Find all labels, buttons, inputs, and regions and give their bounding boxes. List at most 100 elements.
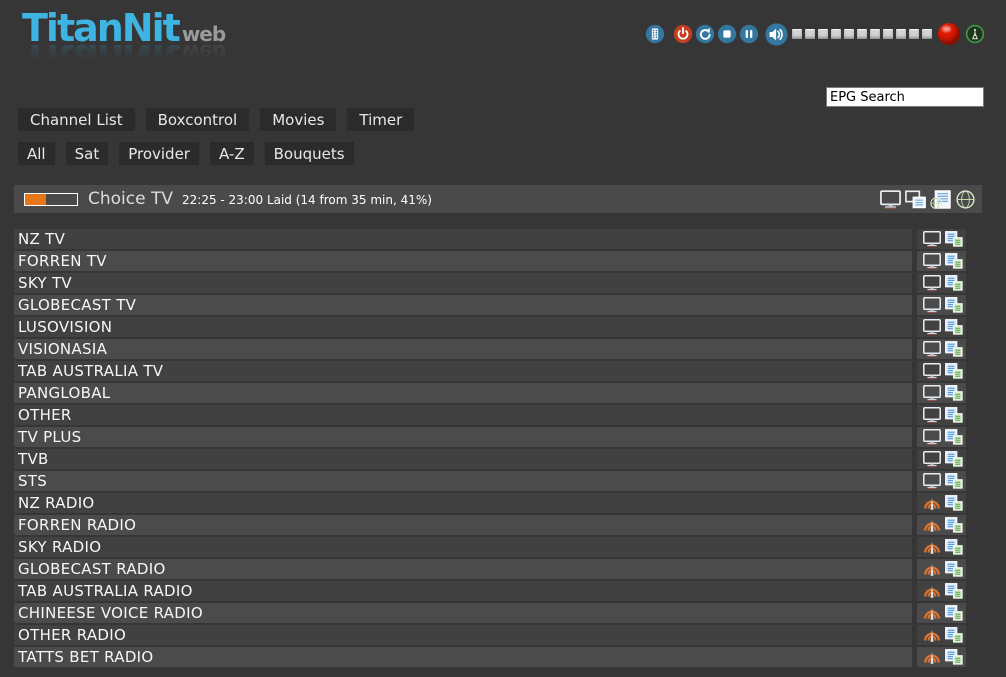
pip-stream-button[interactable] (905, 190, 926, 209)
channel-actions (917, 493, 966, 513)
epg-list-button[interactable] (945, 495, 963, 511)
channel-name[interactable]: TAB AUSTRALIA TV (14, 361, 912, 381)
channel-name[interactable]: NZ TV (14, 229, 912, 249)
zap-tv-button[interactable] (923, 275, 941, 291)
tv-icon (923, 297, 941, 313)
filter-sat[interactable]: Sat (66, 142, 109, 165)
epg-list-button[interactable] (945, 363, 963, 379)
channel-actions (917, 603, 966, 623)
volume-segment[interactable] (844, 29, 854, 39)
reload-button[interactable] (695, 24, 715, 44)
channel-name[interactable]: TV PLUS (14, 427, 912, 447)
stop-button[interactable] (717, 24, 737, 44)
epg-list-button[interactable] (945, 429, 963, 445)
epg-page-button[interactable] (930, 190, 951, 209)
epg-list-button[interactable] (945, 275, 963, 291)
channel-name[interactable]: OTHER RADIO (14, 625, 912, 645)
nav-boxcontrol[interactable]: Boxcontrol (146, 108, 250, 131)
zap-tv-button[interactable] (923, 341, 941, 357)
remote-button[interactable] (645, 24, 665, 44)
epg-list-button[interactable] (945, 517, 963, 533)
epg-list-button[interactable] (945, 605, 963, 621)
epg-list-button[interactable] (945, 451, 963, 467)
zap-tv-button[interactable] (923, 297, 941, 313)
channel-name[interactable]: TATTS BET RADIO (14, 647, 912, 667)
zap-radio-button[interactable] (923, 627, 941, 643)
filter-a-z[interactable]: A-Z (210, 142, 254, 165)
zap-radio-button[interactable] (923, 561, 941, 577)
channel-name[interactable]: GLOBECAST TV (14, 295, 912, 315)
zap-radio-button[interactable] (923, 517, 941, 533)
epg-list-icon (945, 495, 963, 511)
zap-radio-button[interactable] (923, 649, 941, 665)
stream-status-button[interactable] (965, 24, 985, 44)
epg-list-button[interactable] (945, 231, 963, 247)
epg-list-button[interactable] (945, 649, 963, 665)
epg-list-button[interactable] (945, 539, 963, 555)
channel-name[interactable]: CHINEESE VOICE RADIO (14, 603, 912, 623)
nav-movies[interactable]: Movies (260, 108, 336, 131)
zap-radio-button[interactable] (923, 605, 941, 621)
volume-segment[interactable] (896, 29, 906, 39)
volume-segment[interactable] (909, 29, 919, 39)
zap-radio-button[interactable] (923, 583, 941, 599)
zap-tv-button[interactable] (923, 407, 941, 423)
pause-button[interactable] (739, 24, 759, 44)
epg-list-button[interactable] (945, 583, 963, 599)
epg-list-button[interactable] (945, 341, 963, 357)
zap-tv-button[interactable] (923, 319, 941, 335)
volume-segment[interactable] (818, 29, 828, 39)
zap-tv-button[interactable] (923, 385, 941, 401)
volume-segment[interactable] (922, 29, 932, 39)
volume-segment[interactable] (857, 29, 867, 39)
channel-name[interactable]: FORREN TV (14, 251, 912, 271)
zap-current-button[interactable] (880, 190, 901, 209)
channel-name[interactable]: STS (14, 471, 912, 491)
epg-list-button[interactable] (945, 253, 963, 269)
channel-name[interactable]: VISIONASIA (14, 339, 912, 359)
volume-segment[interactable] (805, 29, 815, 39)
channel-actions (917, 317, 966, 337)
epg-list-button[interactable] (945, 473, 963, 489)
epg-list-button[interactable] (945, 561, 963, 577)
epg-search-input[interactable] (826, 87, 984, 107)
channel-row: FORREN RADIO (14, 515, 966, 535)
epg-list-button[interactable] (945, 319, 963, 335)
volume-segment[interactable] (883, 29, 893, 39)
channel-name[interactable]: OTHER (14, 405, 912, 425)
epg-list-button[interactable] (945, 297, 963, 313)
zap-tv-button[interactable] (923, 451, 941, 467)
filter-provider[interactable]: Provider (119, 142, 199, 165)
zap-tv-button[interactable] (923, 231, 941, 247)
zap-radio-button[interactable] (923, 495, 941, 511)
volume-segment[interactable] (870, 29, 880, 39)
zap-tv-button[interactable] (923, 429, 941, 445)
power-button[interactable] (673, 24, 693, 44)
epg-list-icon (945, 517, 963, 533)
channel-name[interactable]: SKY RADIO (14, 537, 912, 557)
volume-segment[interactable] (792, 29, 802, 39)
epg-list-button[interactable] (945, 385, 963, 401)
web-stream-button[interactable] (955, 190, 976, 209)
nav-channel-list[interactable]: Channel List (18, 108, 135, 131)
channel-name[interactable]: LUSOVISION (14, 317, 912, 337)
channel-name[interactable]: GLOBECAST RADIO (14, 559, 912, 579)
zap-tv-button[interactable] (923, 473, 941, 489)
zap-tv-button[interactable] (923, 253, 941, 269)
zap-tv-button[interactable] (923, 363, 941, 379)
channel-name[interactable]: TAB AUSTRALIA RADIO (14, 581, 912, 601)
filter-all[interactable]: All (18, 142, 55, 165)
channel-name[interactable]: NZ RADIO (14, 493, 912, 513)
channel-name[interactable]: SKY TV (14, 273, 912, 293)
mute-button[interactable] (765, 23, 788, 46)
channel-name[interactable]: PANGLOBAL (14, 383, 912, 403)
volume-segment[interactable] (831, 29, 841, 39)
zap-radio-button[interactable] (923, 539, 941, 555)
channel-name[interactable]: FORREN RADIO (14, 515, 912, 535)
filter-bouquets[interactable]: Bouquets (265, 142, 354, 165)
channel-name[interactable]: TVB (14, 449, 912, 469)
nav-timer[interactable]: Timer (347, 108, 414, 131)
epg-list-button[interactable] (945, 627, 963, 643)
epg-progress-bar (24, 193, 78, 206)
epg-list-button[interactable] (945, 407, 963, 423)
